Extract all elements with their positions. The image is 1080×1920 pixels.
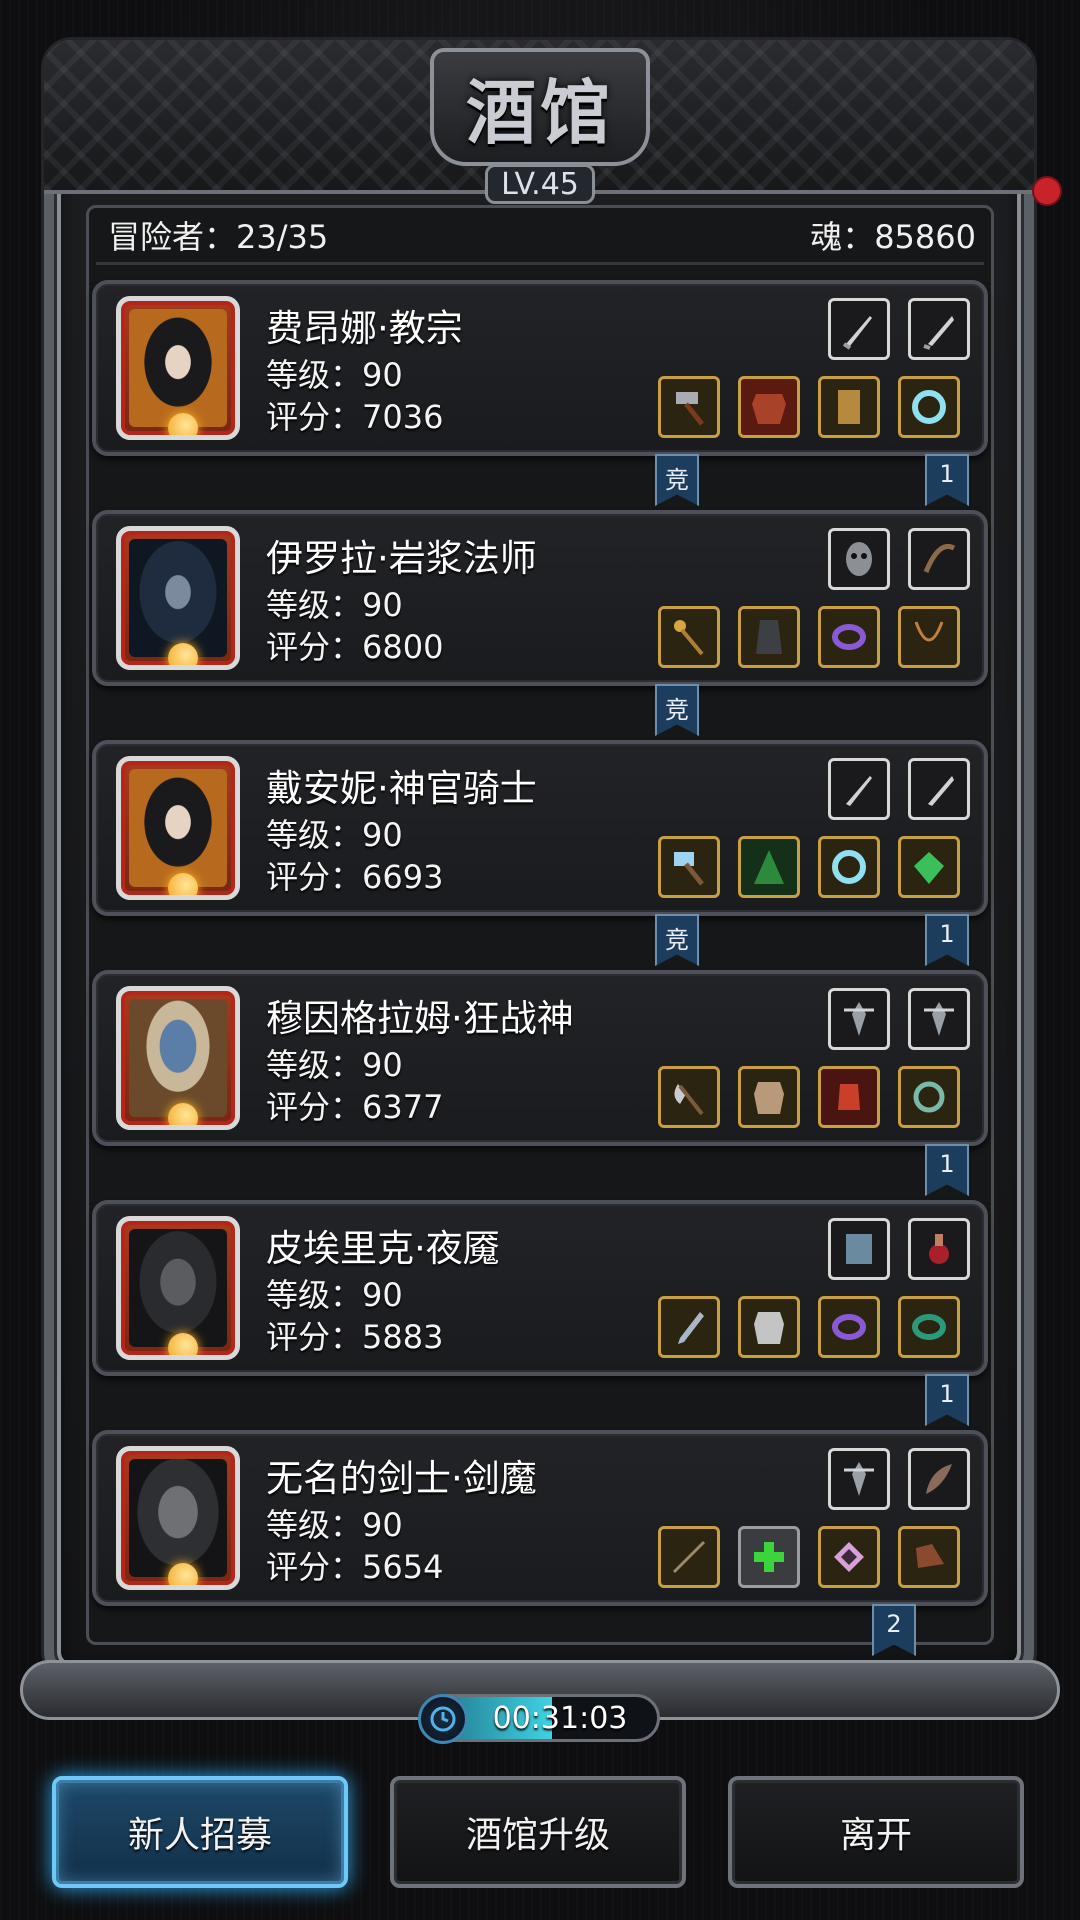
chestplate-icon[interactable]	[738, 1066, 800, 1128]
hero-card[interactable]: 伊罗拉·岩浆法师 等级：90 评分：6800	[92, 510, 988, 686]
boots-icon[interactable]	[898, 1526, 960, 1588]
dagger-icon[interactable]	[908, 758, 970, 820]
hero-name: 无名的剑士·剑魔	[266, 1457, 537, 1500]
scroll-icon[interactable]	[818, 376, 880, 438]
chainmail-icon[interactable]	[738, 1296, 800, 1358]
hammer-icon[interactable]	[658, 376, 720, 438]
spear-icon[interactable]	[658, 1526, 720, 1588]
armor-icon[interactable]	[738, 376, 800, 438]
hero-card[interactable]: 皮埃里克·夜魇 等级：90 评分：5883	[92, 1200, 988, 1376]
potion-icon[interactable]	[908, 1218, 970, 1280]
tavern-stats: 冒险者：23/35 魂：85860	[108, 210, 976, 260]
dagger-icon[interactable]	[828, 298, 890, 360]
hero-level: 等级：90	[266, 586, 403, 624]
ring-icon[interactable]	[898, 1066, 960, 1128]
tome-icon[interactable]	[828, 1218, 890, 1280]
sword-icon[interactable]	[658, 1296, 720, 1358]
hero-portrait	[116, 1446, 240, 1590]
moon-icon	[168, 1333, 198, 1355]
leave-button[interactable]: 离开	[728, 1776, 1024, 1888]
warhammer-icon[interactable]	[658, 836, 720, 898]
mask-icon[interactable]	[828, 528, 890, 590]
gauntlet-icon[interactable]	[818, 1066, 880, 1128]
hero-card[interactable]: 戴安妮·神官骑士 等级：90 评分：6693	[92, 740, 988, 916]
axe-icon[interactable]	[658, 1066, 720, 1128]
moon-icon	[168, 643, 198, 665]
feather-icon[interactable]	[908, 1448, 970, 1510]
hero-level: 等级：90	[266, 1506, 403, 1544]
hero-portrait	[116, 296, 240, 440]
hero-level: 等级：90	[266, 1046, 403, 1084]
tavern-level-badge: LV.45	[485, 164, 595, 204]
bracelet-icon[interactable]	[818, 606, 880, 668]
hero-score: 评分：5883	[266, 1318, 444, 1356]
hero-score: 评分：5654	[266, 1548, 444, 1586]
staff-icon[interactable]	[658, 606, 720, 668]
hero-card[interactable]: 无名的剑士·剑魔 等级：90 评分：5654	[92, 1430, 988, 1606]
ring-icon[interactable]	[898, 376, 960, 438]
upgrade-tavern-button[interactable]: 酒馆升级	[390, 1776, 686, 1888]
hero-score: 评分：6693	[266, 858, 444, 896]
hero-level: 等级：90	[266, 1276, 403, 1314]
bracelet-icon[interactable]	[818, 1296, 880, 1358]
hero-portrait	[116, 756, 240, 900]
add-slot-icon[interactable]	[738, 1526, 800, 1588]
hero-portrait	[116, 1216, 240, 1360]
hero-name: 戴安妮·神官骑士	[266, 767, 537, 810]
ring-icon[interactable]	[818, 836, 880, 898]
hero-card[interactable]: 费昂娜·教宗 等级：90 评分：7036	[92, 280, 988, 456]
hero-name: 伊罗拉·岩浆法师	[266, 537, 537, 580]
bow-icon[interactable]	[908, 528, 970, 590]
moon-icon	[168, 873, 198, 895]
page-title: 酒馆	[466, 70, 614, 154]
hero-portrait	[116, 526, 240, 670]
moon-icon	[168, 413, 198, 435]
cloak-icon[interactable]	[738, 836, 800, 898]
necklace-icon[interactable]	[898, 606, 960, 668]
soul-currency: 魂：85860	[810, 218, 976, 256]
hero-portrait	[116, 986, 240, 1130]
hero-score: 评分：6377	[266, 1088, 444, 1126]
ring-icon[interactable]	[898, 1296, 960, 1358]
hero-name: 皮埃里克·夜魇	[266, 1227, 500, 1270]
hero-level: 等级：90	[266, 356, 403, 394]
dagger-icon[interactable]	[908, 298, 970, 360]
hero-score: 评分：7036	[266, 398, 444, 436]
hero-score: 评分：6800	[266, 628, 444, 666]
emblem-icon[interactable]	[828, 1448, 890, 1510]
recruit-button[interactable]: 新人招募	[52, 1776, 348, 1888]
moon-icon	[168, 1563, 198, 1585]
notification-dot[interactable]	[1032, 176, 1062, 206]
emblem-icon[interactable]	[828, 988, 890, 1050]
clock-icon	[418, 1694, 468, 1744]
hero-name: 费昂娜·教宗	[266, 307, 463, 350]
rune-stone-icon[interactable]	[818, 1526, 880, 1588]
adventurer-count: 冒险者：23/35	[108, 218, 329, 256]
hero-card[interactable]: 穆因格拉姆·狂战神 等级：90 评分：6377	[92, 970, 988, 1146]
robe-icon[interactable]	[738, 606, 800, 668]
gem-icon[interactable]	[898, 836, 960, 898]
hero-name: 穆因格拉姆·狂战神	[266, 997, 574, 1040]
title-plate: 酒馆	[430, 48, 650, 166]
dagger-icon[interactable]	[828, 758, 890, 820]
hero-level: 等级：90	[266, 816, 403, 854]
divider	[96, 262, 984, 265]
emblem-icon[interactable]	[908, 988, 970, 1050]
moon-icon	[168, 1103, 198, 1125]
